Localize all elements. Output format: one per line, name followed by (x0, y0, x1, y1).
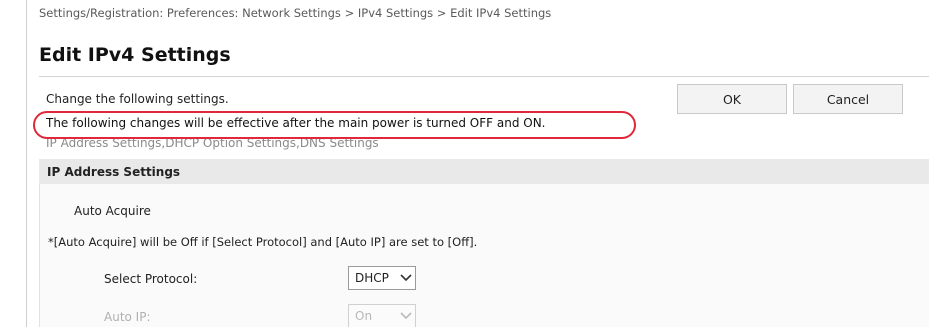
intro-text: Change the following settings. (46, 92, 229, 106)
chevron-down-icon (397, 305, 415, 327)
breadcrumb: Settings/Registration: Preferences: Netw… (39, 6, 552, 20)
auto-acquire-label: Auto Acquire (74, 204, 151, 218)
chevron-down-icon (397, 267, 415, 289)
select-protocol-dropdown[interactable]: DHCP (348, 266, 416, 290)
select-protocol-label: Select Protocol: (104, 272, 198, 286)
select-protocol-value: DHCP (355, 271, 389, 285)
auto-acquire-note: *[Auto Acquire] will be Off if [Select P… (48, 235, 478, 249)
section-header-ip-address: IP Address Settings (39, 159, 929, 184)
edit-ipv4-settings-page: Settings/Registration: Preferences: Netw… (0, 0, 929, 327)
cancel-button[interactable]: Cancel (793, 84, 903, 114)
notice-highlight-ring (33, 111, 636, 139)
auto-ip-dropdown: On (348, 304, 416, 327)
section-body (39, 184, 929, 327)
title-divider (39, 76, 929, 77)
auto-ip-label: Auto IP: (104, 310, 151, 324)
auto-ip-value: On (355, 309, 373, 323)
ok-button[interactable]: OK (677, 84, 787, 114)
page-title: Edit IPv4 Settings (39, 44, 231, 66)
left-divider (26, 0, 27, 327)
section-title: IP Address Settings (47, 164, 181, 179)
